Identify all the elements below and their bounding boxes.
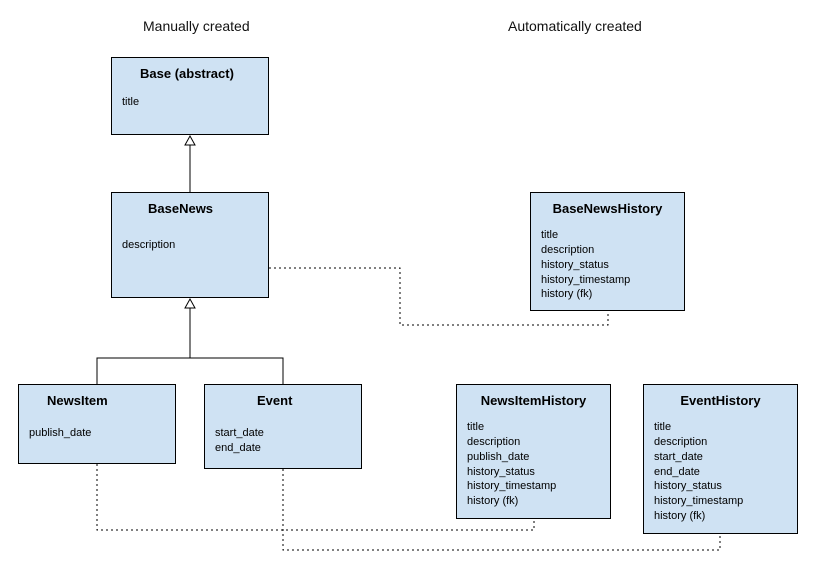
arrow-basenews-to-base [185, 136, 195, 192]
field: history (fk) [541, 287, 674, 302]
class-base-fields: title [112, 85, 268, 120]
field: description [541, 243, 674, 258]
field: publish_date [467, 450, 600, 465]
class-basenews: BaseNews description [111, 192, 269, 298]
class-event-fields: start_date end_date [205, 412, 361, 466]
class-eventhistory-fields: title description start_date end_date hi… [644, 412, 797, 534]
field: description [122, 238, 258, 253]
class-newsitem: NewsItem publish_date [18, 384, 176, 464]
field: description [467, 435, 600, 450]
arrow-newsitem-to-basenews [97, 306, 190, 384]
class-basenews-fields: description [112, 220, 268, 263]
class-base-title: Base (abstract) [112, 58, 268, 85]
field: history_timestamp [467, 479, 600, 494]
field: start_date [215, 426, 351, 441]
field: description [654, 435, 787, 450]
field: title [541, 228, 674, 243]
field: history_timestamp [654, 494, 787, 509]
field: start_date [654, 450, 787, 465]
field: end_date [654, 465, 787, 480]
field: history (fk) [654, 509, 787, 524]
label-automatically-created: Automatically created [508, 18, 642, 34]
class-basenewshistory: BaseNewsHistory title description histor… [530, 192, 685, 311]
class-event-title: Event [205, 385, 361, 412]
label-manually-created: Manually created [143, 18, 250, 34]
class-eventhistory: EventHistory title description start_dat… [643, 384, 798, 534]
class-newsitem-title: NewsItem [19, 385, 175, 412]
field: title [654, 420, 787, 435]
field: history_status [654, 479, 787, 494]
class-event: Event start_date end_date [204, 384, 362, 469]
class-basenews-title: BaseNews [112, 193, 268, 220]
field: history_status [541, 258, 674, 273]
class-eventhistory-title: EventHistory [644, 385, 797, 412]
field: end_date [215, 441, 351, 456]
field: publish_date [29, 426, 165, 441]
class-base: Base (abstract) title [111, 57, 269, 135]
class-newsitemhistory-title: NewsItemHistory [457, 385, 610, 412]
field: title [467, 420, 600, 435]
class-newsitemhistory: NewsItemHistory title description publis… [456, 384, 611, 519]
class-basenewshistory-fields: title description history_status history… [531, 220, 684, 312]
class-basenewshistory-title: BaseNewsHistory [531, 193, 684, 220]
class-newsitemhistory-fields: title description publish_date history_s… [457, 412, 610, 519]
arrow-event-to-basenews [190, 358, 283, 384]
field: history (fk) [467, 494, 600, 509]
arrowhead-basenews [185, 299, 195, 308]
field: title [122, 95, 258, 110]
class-newsitem-fields: publish_date [19, 412, 175, 451]
field: history_timestamp [541, 273, 674, 288]
field: history_status [467, 465, 600, 480]
